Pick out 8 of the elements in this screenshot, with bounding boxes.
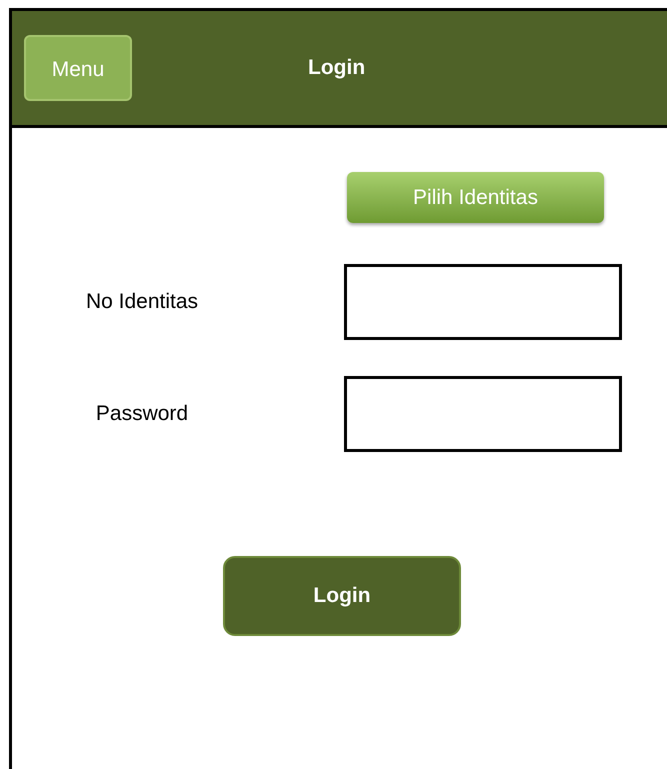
field-label: No Identitas [84, 289, 200, 315]
choose-identity-button[interactable]: Pilih Identitas [347, 172, 604, 223]
login-button[interactable]: Login [223, 556, 461, 636]
input-field[interactable] [344, 264, 622, 340]
menu-button[interactable]: Menu [24, 35, 132, 101]
screen-title: Login [308, 55, 366, 82]
field-label: Password [94, 401, 190, 427]
input-field[interactable] [344, 376, 622, 452]
